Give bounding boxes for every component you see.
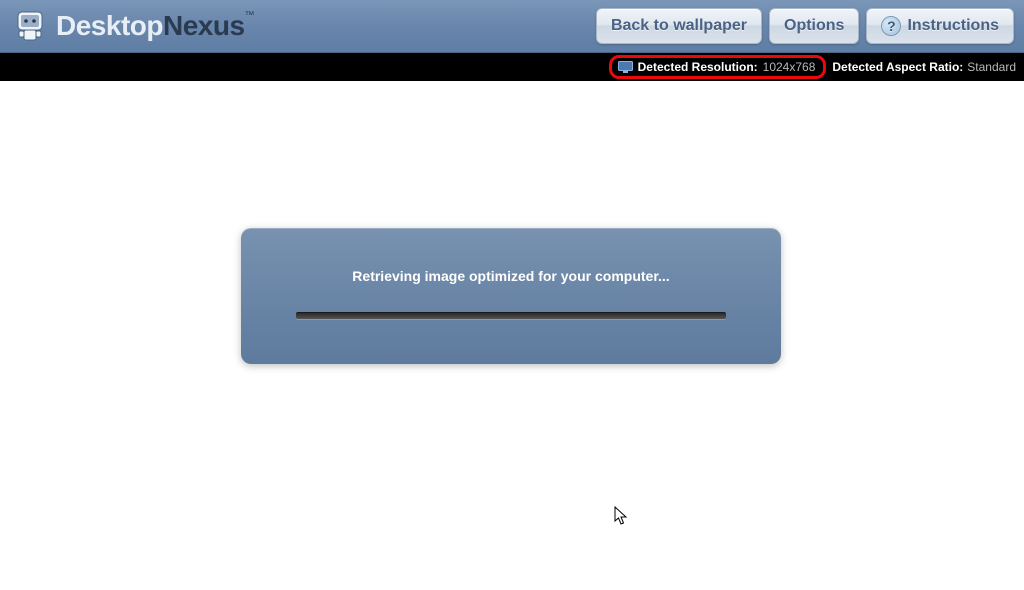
header-bar: DesktopNexus™ Back to wallpaper Options … — [0, 0, 1024, 53]
logo-area[interactable]: DesktopNexus™ — [12, 8, 254, 44]
aspect-label: Detected Aspect Ratio: — [832, 60, 963, 74]
logo-tm: ™ — [245, 10, 255, 21]
progress-bar — [296, 312, 726, 319]
aspect-value: Standard — [967, 60, 1016, 74]
header-buttons: Back to wallpaper Options ? Instructions — [596, 8, 1014, 44]
loading-message: Retrieving image optimized for your comp… — [352, 268, 669, 284]
mouse-cursor-icon — [614, 506, 630, 528]
aspect-ratio-group: Detected Aspect Ratio: Standard — [832, 60, 1016, 74]
options-button[interactable]: Options — [769, 8, 859, 44]
instructions-button-label: Instructions — [907, 17, 999, 35]
logo-word-1: Desktop — [56, 10, 163, 41]
content-area: Retrieving image optimized for your comp… — [0, 81, 1024, 590]
back-to-wallpaper-button[interactable]: Back to wallpaper — [596, 8, 762, 44]
resolution-label: Detected Resolution: — [638, 60, 758, 74]
help-icon: ? — [881, 16, 901, 36]
bot-logo-icon — [12, 8, 48, 44]
resolution-value: 1024x768 — [763, 60, 816, 74]
status-bar: Detected Resolution: 1024x768 Detected A… — [0, 53, 1024, 81]
highlighted-resolution-box: Detected Resolution: 1024x768 — [609, 55, 827, 79]
instructions-button[interactable]: ? Instructions — [866, 8, 1014, 44]
loading-panel: Retrieving image optimized for your comp… — [241, 228, 781, 364]
options-button-label: Options — [784, 17, 844, 35]
back-button-label: Back to wallpaper — [611, 17, 747, 35]
monitor-icon — [618, 61, 633, 73]
logo-word-2: Nexus — [163, 10, 245, 41]
logo-text: DesktopNexus™ — [56, 10, 254, 42]
